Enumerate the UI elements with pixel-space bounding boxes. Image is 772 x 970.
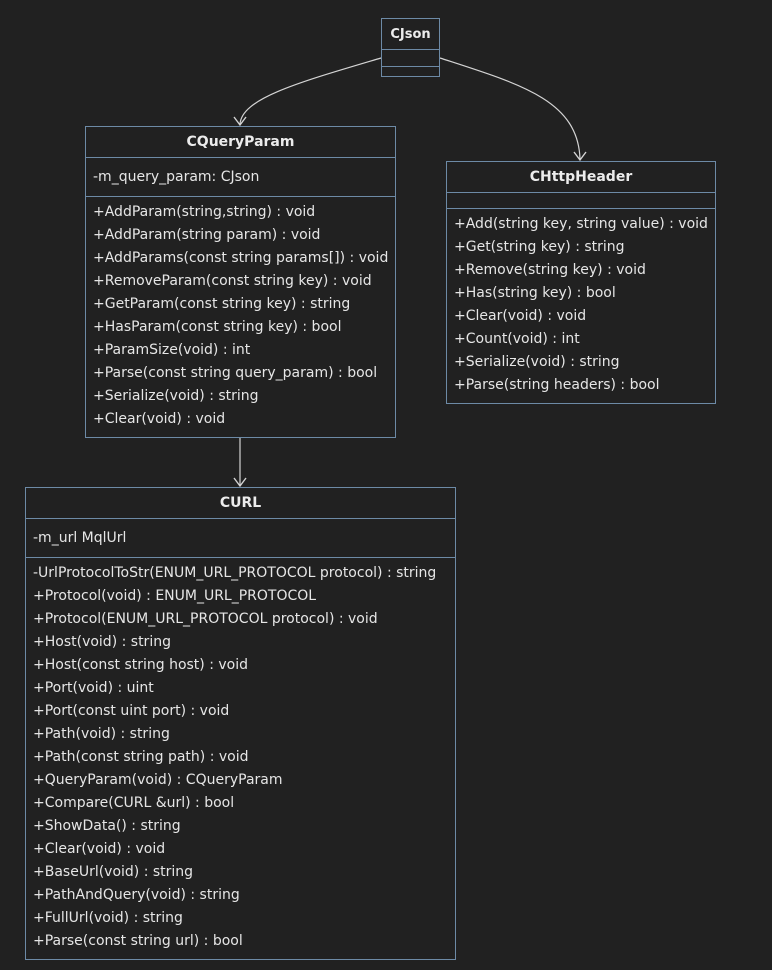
method: +Get(string key) : string — [454, 239, 625, 255]
attributes-section: -m_url MqlUrl — [26, 519, 455, 558]
method: +Remove(string key) : void — [454, 262, 646, 278]
arrowhead-icon — [233, 477, 247, 488]
arrowhead-icon — [573, 151, 587, 162]
class-name: CHttpHeader — [447, 162, 715, 193]
method: +Host(const string host) : void — [33, 657, 249, 673]
method: +Clear(void) : void — [454, 308, 587, 324]
method: -UrlProtocolToStr(ENUM_URL_PROTOCOL prot… — [33, 565, 437, 581]
method: +RemoveParam(const string key) : void — [93, 273, 372, 289]
method: +Serialize(void) : string — [93, 388, 259, 404]
class-box-cjson[interactable]: CJson — [381, 18, 440, 77]
attribute: -m_url MqlUrl — [33, 530, 127, 546]
method: +Clear(void) : void — [93, 411, 226, 427]
method: +Path(const string path) : void — [33, 749, 249, 765]
method: +FullUrl(void) : string — [33, 910, 183, 926]
method: +AddParams(const string params[]) : void — [93, 250, 389, 266]
method: +Parse(const string url) : bool — [33, 933, 243, 949]
class-name: CURL — [26, 488, 455, 519]
methods-section: +Add(string key, string value) : void +G… — [447, 209, 715, 397]
method: +Count(void) : int — [454, 331, 580, 347]
method: +ShowData() : string — [33, 818, 181, 834]
class-name: CJson — [382, 19, 439, 50]
attributes-section: -m_query_param: CJson — [86, 158, 395, 197]
method: +Parse(const string query_param) : bool — [93, 365, 378, 381]
method: +Path(void) : string — [33, 726, 170, 742]
method: +Compare(CURL &url) : bool — [33, 795, 235, 811]
method: +QueryParam(void) : CQueryParam — [33, 772, 283, 788]
method: +Parse(string headers) : bool — [454, 377, 660, 393]
class-box-cqueryparam[interactable]: CQueryParam -m_query_param: CJson +AddPa… — [85, 126, 396, 438]
method: +Protocol(ENUM_URL_PROTOCOL protocol) : … — [33, 611, 378, 627]
class-name: CQueryParam — [86, 127, 395, 158]
method: +BaseUrl(void) : string — [33, 864, 194, 880]
method: +Protocol(void) : ENUM_URL_PROTOCOL — [33, 588, 317, 604]
method: +Serialize(void) : string — [454, 354, 620, 370]
edge-cjson-to-chttpheader — [439, 57, 587, 162]
method: +Clear(void) : void — [33, 841, 166, 857]
attributes-section — [447, 193, 715, 209]
method: +Port(void) : uint — [33, 680, 154, 696]
method: +AddParam(string param) : void — [93, 227, 321, 243]
method: +Host(void) : string — [33, 634, 171, 650]
attributes-section — [382, 50, 439, 67]
methods-section — [382, 67, 439, 71]
method: +PathAndQuery(void) : string — [33, 887, 240, 903]
arrowhead-icon — [233, 116, 247, 127]
edge-cqueryparam-to-curl — [233, 438, 247, 488]
method: +Has(string key) : bool — [454, 285, 616, 301]
method: +AddParam(string,string) : void — [93, 204, 316, 220]
methods-section: +AddParam(string,string) : void +AddPara… — [86, 197, 395, 431]
attribute: -m_query_param: CJson — [93, 169, 260, 185]
class-box-chttpheader[interactable]: CHttpHeader +Add(string key, string valu… — [446, 161, 716, 404]
method: +Port(const uint port) : void — [33, 703, 230, 719]
method: +HasParam(const string key) : bool — [93, 319, 342, 335]
method: +ParamSize(void) : int — [93, 342, 251, 358]
class-box-curl[interactable]: CURL -m_url MqlUrl -UrlProtocolToStr(ENU… — [25, 487, 456, 960]
methods-section: -UrlProtocolToStr(ENUM_URL_PROTOCOL prot… — [26, 558, 455, 953]
method: +GetParam(const string key) : string — [93, 296, 351, 312]
edge-cjson-to-cqueryparam — [233, 57, 382, 127]
method: +Add(string key, string value) : void — [454, 216, 708, 232]
